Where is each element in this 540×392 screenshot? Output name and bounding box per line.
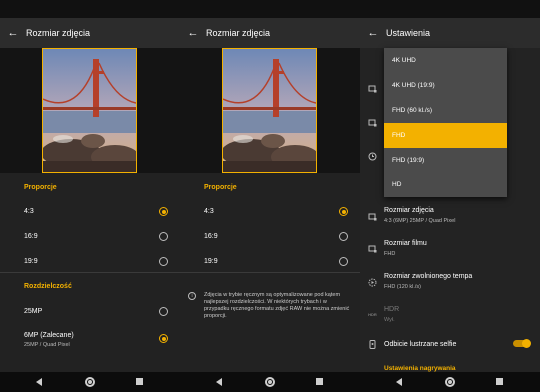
status-bar xyxy=(180,0,360,18)
photo-size-screen: ← Rozmiar zdjęcia Proporcje 4:3 16:9 19:… xyxy=(0,0,180,392)
hdr-icon: HDR xyxy=(368,312,377,317)
setting-title: Rozmiar zwolnionego tempa xyxy=(384,273,473,280)
setting-value: FHD xyxy=(384,251,396,257)
status-bar xyxy=(360,0,540,18)
radio-unselected[interactable] xyxy=(159,307,168,316)
option-label: 4:3 xyxy=(204,208,214,215)
nav-home-icon[interactable] xyxy=(85,377,95,387)
nav-back-icon[interactable] xyxy=(396,378,402,386)
nav-back-icon[interactable] xyxy=(216,378,222,386)
setting-title: Odbicie lustrzane selfie xyxy=(384,341,457,348)
setting-value: 4:3 (6MP) 25MP / Quad Pixel xyxy=(384,218,456,224)
option-label: 16:9 xyxy=(204,233,218,240)
setting-value: FHD (120 kl./s) xyxy=(384,284,421,290)
video-size-icon xyxy=(368,244,377,253)
back-arrow-icon[interactable]: ← xyxy=(0,18,26,48)
section-aspect-heading: Proporcje xyxy=(24,184,57,191)
dropdown-option-fhd-19-9[interactable]: FHD (19:9) xyxy=(384,148,507,173)
preview-area xyxy=(180,48,360,173)
nav-bar xyxy=(360,372,540,392)
option-label: 4:3 xyxy=(24,208,34,215)
video-size-icon xyxy=(368,118,377,127)
dropdown-option-hd[interactable]: HD xyxy=(384,172,507,197)
dropdown-option-fhd-selected[interactable]: FHD xyxy=(384,123,507,148)
radio-unselected[interactable] xyxy=(339,232,348,241)
dropdown-option-4k-uhd-19-9[interactable]: 4K UHD (19:9) xyxy=(384,73,507,98)
info-icon: i xyxy=(188,292,196,300)
nav-home-icon[interactable] xyxy=(445,377,455,387)
preview-area xyxy=(0,48,180,173)
dropdown-option-4k-uhd[interactable]: 4K UHD xyxy=(384,48,507,73)
nav-back-icon[interactable] xyxy=(36,378,42,386)
bridge-photo xyxy=(221,48,319,173)
radio-unselected[interactable] xyxy=(339,257,348,266)
nav-recent-icon[interactable] xyxy=(316,378,323,385)
option-sublabel: 25MP / Quad Pixel xyxy=(24,342,70,348)
radio-unselected[interactable] xyxy=(159,232,168,241)
divider xyxy=(0,272,180,273)
setting-value: Wył. xyxy=(384,317,395,323)
option-label: 19:9 xyxy=(24,258,38,265)
photo-size-screen-manual: ← Rozmiar zdjęcia Proporcje 4:3 16:9 19:… xyxy=(180,0,360,392)
recording-settings-heading: Ustawienia nagrywania xyxy=(384,365,456,372)
section-resolution-heading: Rozdzielczość xyxy=(24,283,72,290)
section-aspect-heading: Proporcje xyxy=(204,184,237,191)
timer-icon xyxy=(368,152,377,161)
mirror-selfie-toggle[interactable] xyxy=(513,339,531,348)
app-bar: ← Rozmiar zdjęcia xyxy=(180,18,360,48)
setting-title: Rozmiar zdjęcia xyxy=(384,207,434,214)
photo-size-icon xyxy=(368,84,377,93)
video-resolution-dropdown: 4K UHD 4K UHD (19:9) FHD (60 kl./s) FHD … xyxy=(384,48,507,197)
back-arrow-icon[interactable]: ← xyxy=(180,18,206,48)
page-title: Ustawienia xyxy=(386,28,431,38)
option-label: 16:9 xyxy=(24,233,38,240)
slow-motion-icon xyxy=(368,278,377,287)
page-title: Rozmiar zdjęcia xyxy=(206,28,271,38)
option-label: 19:9 xyxy=(204,258,218,265)
dropdown-option-fhd-60[interactable]: FHD (60 kl./s) xyxy=(384,98,507,123)
app-bar: ← Rozmiar zdjęcia xyxy=(0,18,180,48)
mirror-selfie-icon xyxy=(368,340,377,349)
app-bar: ← Ustawienia xyxy=(360,18,540,48)
nav-bar xyxy=(180,372,360,392)
option-label: 6MP (Zalecane) xyxy=(24,332,74,339)
status-bar xyxy=(0,0,180,18)
radio-selected[interactable] xyxy=(339,207,348,216)
radio-selected[interactable] xyxy=(159,334,168,343)
divider xyxy=(180,272,360,273)
option-label: 25MP xyxy=(24,308,43,315)
bridge-photo xyxy=(41,48,139,173)
radio-unselected[interactable] xyxy=(159,257,168,266)
setting-title: HDR xyxy=(384,306,400,313)
photo-size-icon xyxy=(368,212,377,221)
nav-bar xyxy=(0,372,180,392)
radio-selected[interactable] xyxy=(159,207,168,216)
page-title: Rozmiar zdjęcia xyxy=(26,28,91,38)
nav-recent-icon[interactable] xyxy=(496,378,503,385)
nav-recent-icon[interactable] xyxy=(136,378,143,385)
info-text: Zdjęcia w trybie ręcznym są optymalizowa… xyxy=(204,292,350,319)
setting-title: Rozmiar filmu xyxy=(384,240,427,247)
nav-home-icon[interactable] xyxy=(265,377,275,387)
back-arrow-icon[interactable]: ← xyxy=(360,18,386,48)
